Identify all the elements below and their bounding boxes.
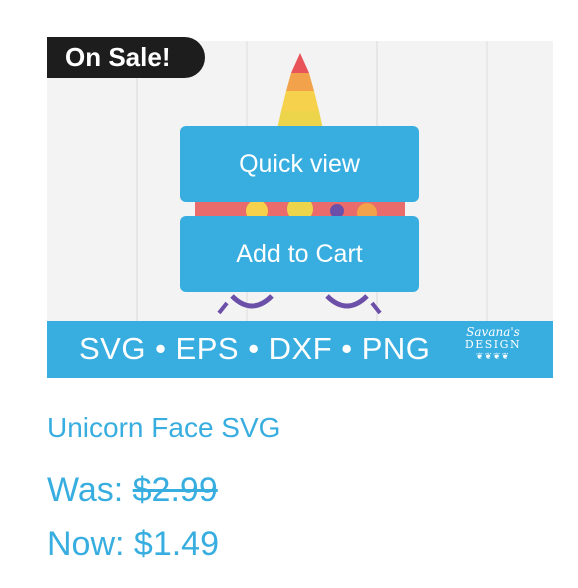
old-price: $2.99 xyxy=(132,471,218,509)
brand-word-text: DESIGN xyxy=(464,338,522,351)
sale-price: $1.49 xyxy=(133,525,220,563)
formats-banner: SVG • EPS • DXF • PNG Savana's DESIGN ❦❦… xyxy=(47,321,553,378)
product-image[interactable]: SVG • EPS • DXF • PNG Savana's DESIGN ❦❦… xyxy=(47,41,553,378)
brand-logo: Savana's DESIGN ❦❦❦❦ xyxy=(459,325,527,373)
now-label: Now: xyxy=(47,525,134,563)
quick-view-button[interactable]: Quick view xyxy=(180,126,419,202)
product-title-link[interactable]: Unicorn Face SVG xyxy=(47,412,280,444)
brand-script-text: Savana's xyxy=(466,325,520,339)
was-label: Was: xyxy=(47,471,133,509)
was-price-row: Was: $2.99 xyxy=(47,471,218,510)
product-card: SVG • EPS • DXF • PNG Savana's DESIGN ❦❦… xyxy=(0,0,578,588)
now-price-row: Now: $1.49 xyxy=(47,525,219,564)
leaves-icon: ❦❦❦❦ xyxy=(475,351,511,361)
sale-badge: On Sale! xyxy=(47,37,205,78)
banner-formats-text: SVG • EPS • DXF • PNG xyxy=(79,331,431,366)
add-to-cart-button[interactable]: Add to Cart xyxy=(180,216,419,292)
